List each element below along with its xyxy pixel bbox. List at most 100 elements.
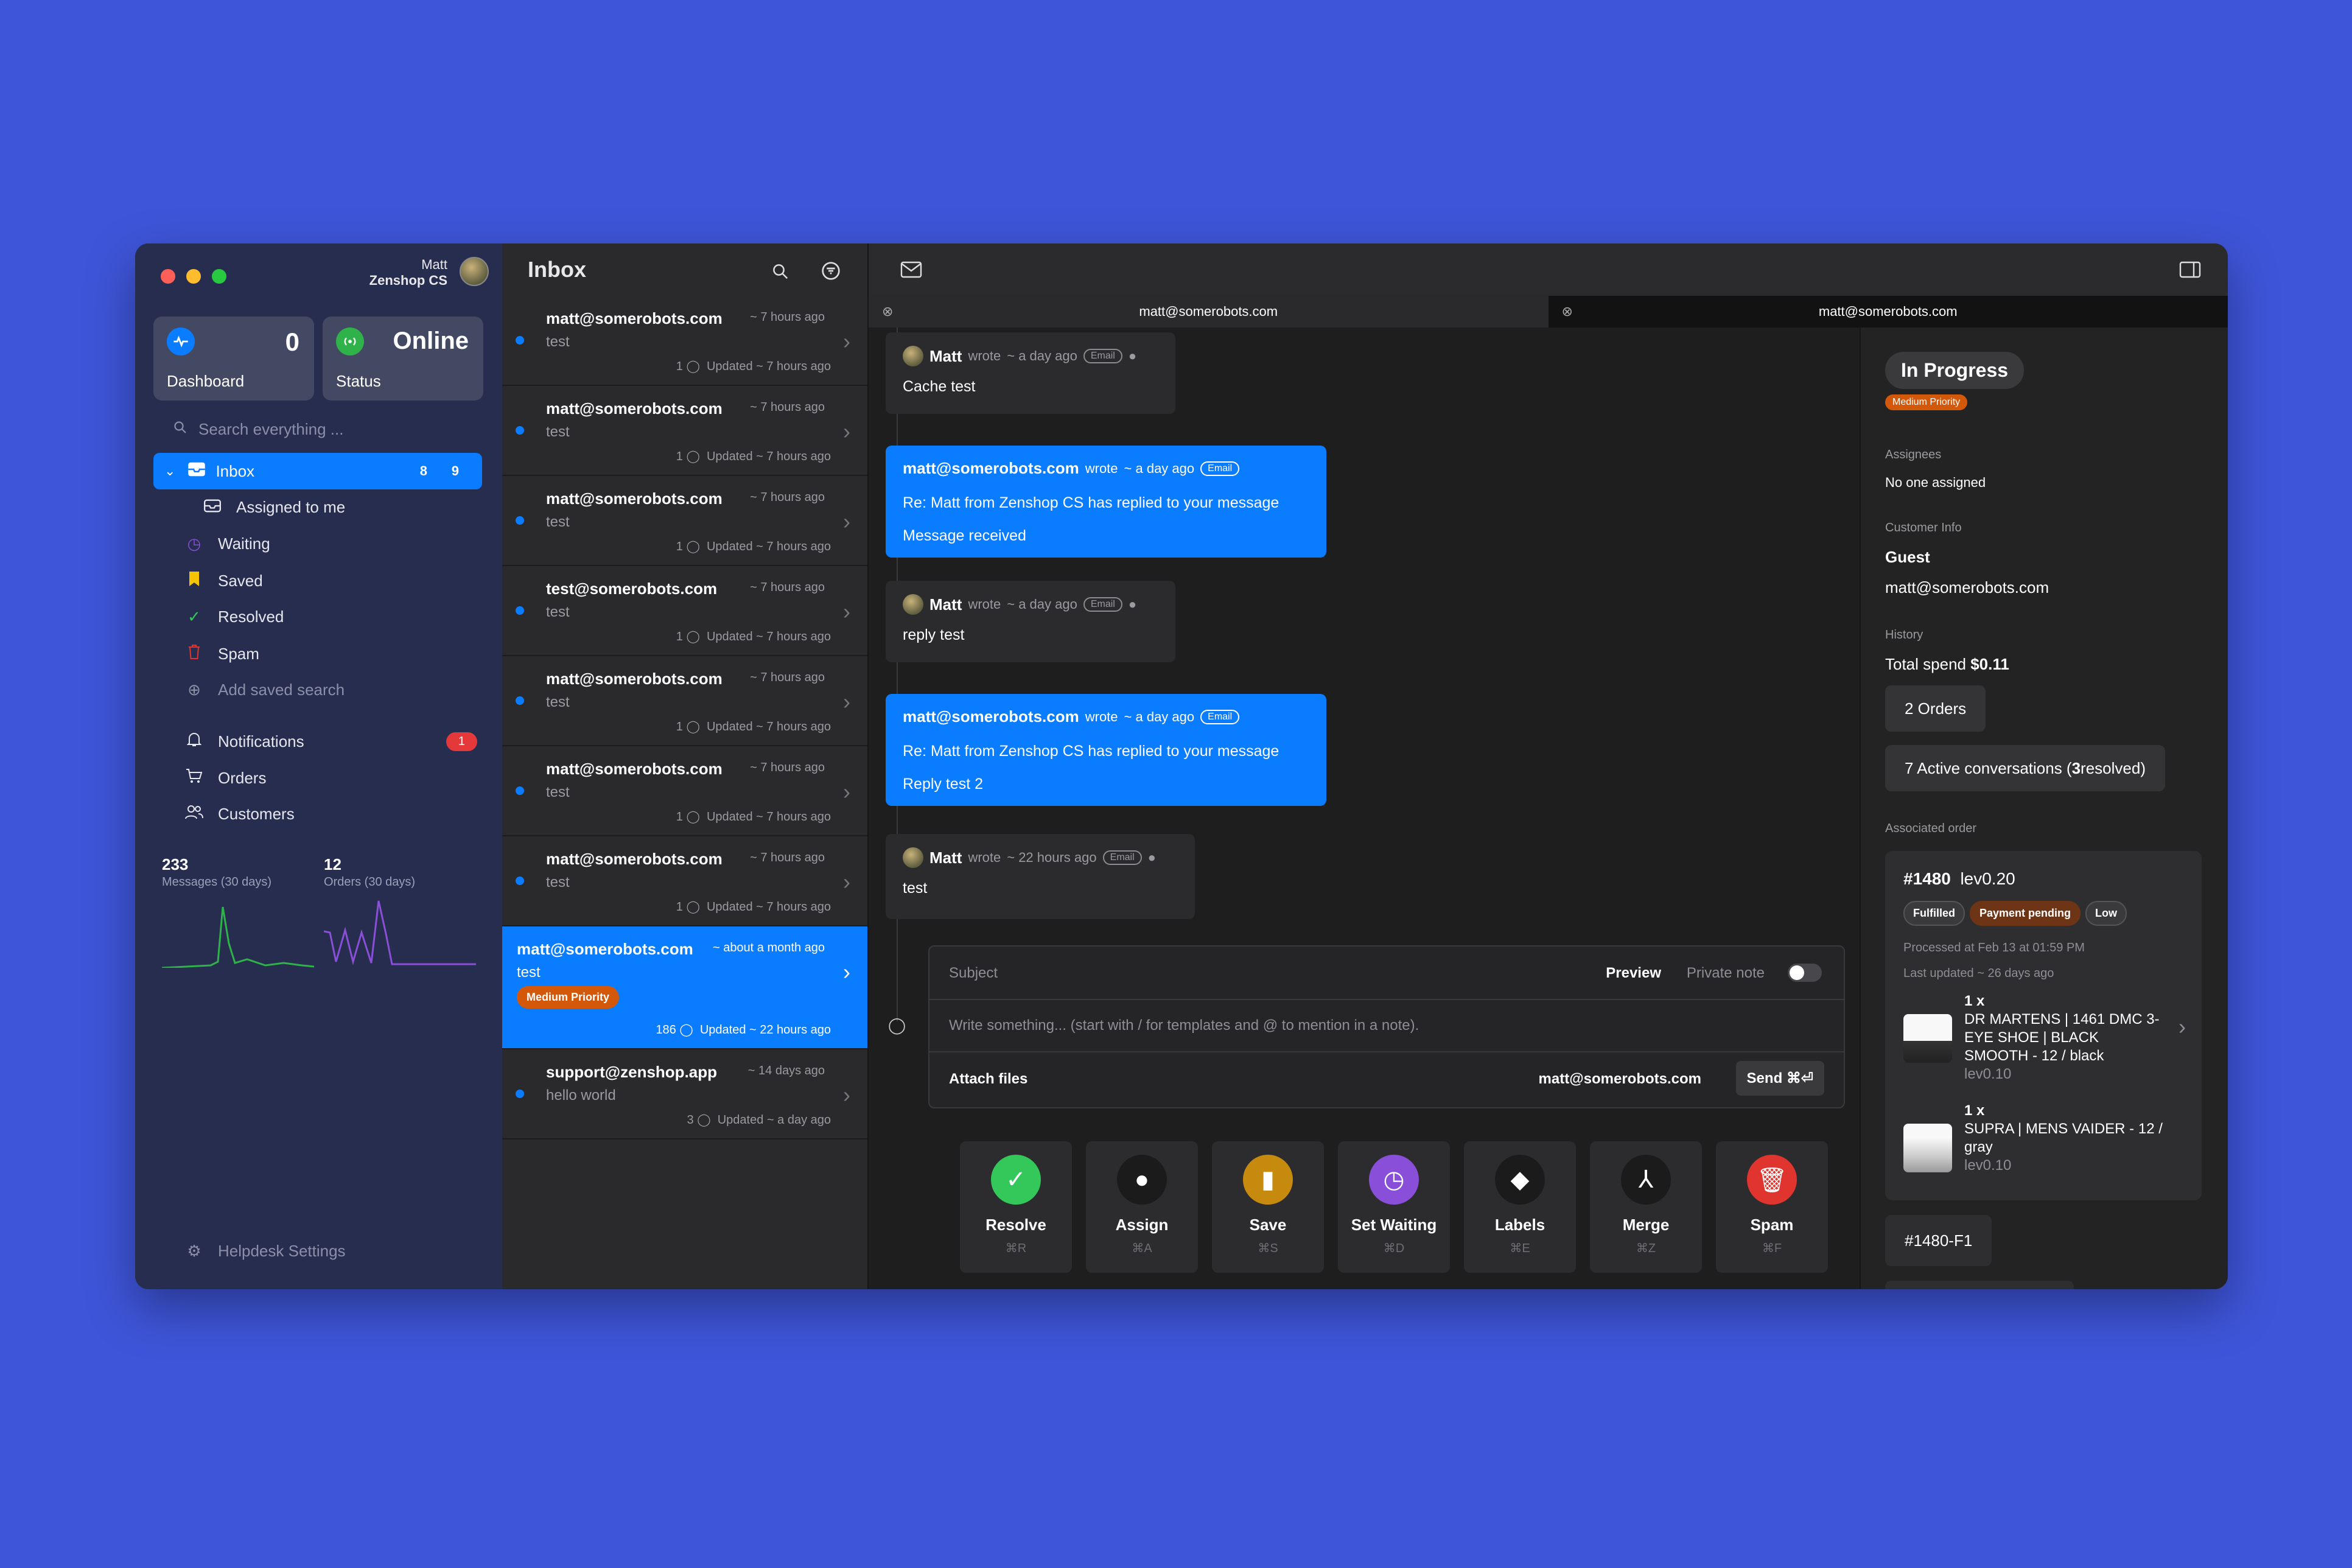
reply-count: 1 (676, 900, 683, 914)
action-label: Set Waiting (1351, 1216, 1437, 1234)
total-spend-value: $0.11 (1970, 655, 2009, 673)
sidebar-search[interactable]: Search everything ... (173, 420, 343, 439)
minimize-window-button[interactable] (186, 269, 201, 284)
private-note-toggle[interactable] (1788, 964, 1822, 982)
status-card[interactable]: Online Status (323, 317, 483, 401)
chevron-right-icon: › (843, 599, 850, 624)
sidebar-toggle-icon[interactable] (2179, 261, 2201, 282)
avatar[interactable] (460, 257, 489, 286)
channel-badge: Email (1083, 597, 1122, 612)
list-item[interactable]: test@somerobots.com ~ 7 hours ago test 1 ◯ … (502, 566, 867, 656)
resolve-button[interactable]: ✓ Resolve ⌘R (960, 1141, 1072, 1273)
action-label: Resolve (985, 1216, 1046, 1234)
message-author: matt@somerobots.com (903, 707, 1079, 726)
updated-time: Updated ~ 7 hours ago (706, 360, 831, 373)
sidebar-item-label: Notifications (218, 732, 304, 751)
order-line-item: 1 x DR MARTENS | 1461 DMC 3-EYE SHOE | B… (1964, 992, 2165, 1083)
conversation-meta: 1 ◯ Updated ~ 7 hours ago (676, 359, 831, 374)
message-verb: wrote (968, 850, 1001, 865)
message-time: ~ 22 hours ago (1007, 850, 1097, 865)
chevron-right-icon: › (843, 689, 850, 714)
set-waiting-button[interactable]: ◷ Set Waiting ⌘D (1338, 1141, 1450, 1273)
chevron-right-icon: › (843, 509, 850, 534)
chevron-down-icon[interactable]: ⌄ (164, 463, 175, 479)
tab-conversation-2[interactable]: ⊗ matt@somerobots.com (1548, 296, 2228, 327)
search-icon[interactable] (771, 261, 789, 286)
sidebar-item-inbox[interactable]: ⌄ Inbox 8 9 (153, 453, 482, 489)
bookmark-icon: ▮ (1243, 1155, 1293, 1205)
sidebar-item-waiting[interactable]: ◷ Waiting (185, 534, 270, 553)
list-item[interactable]: matt@somerobots.com ~ 7 hours ago test 1 ◯ … (502, 296, 867, 386)
message-body: reply test (903, 626, 965, 643)
list-item[interactable]: matt@somerobots.com ~ about a month ago te… (502, 926, 867, 1049)
envelope-icon[interactable] (900, 261, 922, 282)
labels-button[interactable]: ◆ Labels ⌘E (1464, 1141, 1576, 1273)
list-item[interactable]: matt@somerobots.com ~ 7 hours ago test 1 ◯ … (502, 836, 867, 926)
list-item[interactable]: matt@somerobots.com ~ 7 hours ago test 1 ◯ … (502, 386, 867, 476)
message-author: Matt (929, 346, 962, 365)
list-item[interactable]: matt@somerobots.com ~ 7 hours ago test 1 ◯ … (502, 746, 867, 836)
channel-badge: Email (1200, 461, 1240, 476)
close-window-button[interactable] (161, 269, 175, 284)
message-input[interactable]: Write something... (start with / for tem… (949, 1017, 1419, 1034)
status-pill[interactable]: In Progress (1885, 352, 2025, 389)
attach-files-button[interactable]: Attach files (949, 1071, 1027, 1088)
list-item[interactable]: matt@somerobots.com ~ 7 hours ago test 1 ◯ … (502, 476, 867, 566)
chevron-right-icon[interactable]: › (2179, 1014, 2186, 1040)
message-body: test (903, 880, 928, 897)
sidebar-item-spam[interactable]: Spam (185, 644, 259, 664)
user-name: Matt (421, 257, 447, 272)
message-verb: wrote (968, 348, 1001, 363)
order-card[interactable]: #1480 lev0.20 Fulfilled Payment pending Lo… (1885, 851, 2202, 1200)
subject-input[interactable]: Subject (949, 965, 998, 982)
reply-count: 1 (676, 360, 683, 373)
list-item[interactable]: matt@somerobots.com ~ 7 hours ago test 1 ◯ … (502, 656, 867, 746)
sidebar-item-resolved[interactable]: ✓ Resolved (185, 607, 284, 626)
helpdesk-settings-button[interactable]: ⚙ Helpdesk Settings (185, 1242, 345, 1261)
chevron-right-icon: › (843, 959, 850, 984)
comment-icon: ◯ (686, 720, 700, 733)
sidebar-item-orders[interactable]: Orders (185, 768, 266, 788)
close-icon[interactable]: ⊗ (882, 304, 893, 320)
spam-button[interactable]: 🗑 Spam ⌘F (1716, 1141, 1828, 1273)
close-icon[interactable]: ⊗ (1562, 304, 1573, 320)
conversation-from: matt@somerobots.com (546, 489, 723, 508)
chevron-right-icon: › (843, 869, 850, 894)
sidebar-item-notifications[interactable]: Notifications 1 (185, 732, 477, 752)
zoom-window-button[interactable] (212, 269, 226, 284)
fulfillment-button[interactable]: #1480-F1 (1885, 1215, 1992, 1266)
list-item[interactable]: support@zenshop.app ~ 14 days ago hello wo… (502, 1049, 867, 1139)
conversation-from: matt@somerobots.com (546, 850, 723, 868)
sidebar-item-customers[interactable]: Customers (185, 805, 295, 824)
send-button[interactable]: Send ⌘⏎ (1735, 1061, 1824, 1096)
inbox-icon (187, 461, 206, 481)
user-info[interactable]: Matt Zenshop CS (369, 257, 447, 289)
messages-stat-value: 233 (162, 855, 189, 873)
dashboard-label: Dashboard (167, 372, 245, 390)
orders-button[interactable]: 2 Orders (1885, 685, 1986, 732)
sidebar-item-label: Saved (218, 572, 263, 590)
conversation-time: ~ 14 days ago (747, 1064, 825, 1077)
merge-button[interactable]: ⅄ Merge ⌘Z (1590, 1141, 1702, 1273)
dashboard-card[interactable]: 0 Dashboard (153, 317, 314, 401)
priority-badge[interactable]: Medium Priority (1885, 394, 1968, 410)
composer-footer: Attach files matt@somerobots.com Send ⌘⏎ (929, 1051, 1844, 1106)
active-conversations-button[interactable]: 7 Active conversations (3 resolved) (1885, 745, 2165, 791)
updated-time: Updated ~ 7 hours ago (706, 630, 831, 643)
product-image (1903, 1014, 1952, 1063)
sidebar-item-assigned[interactable]: Assigned to me (203, 498, 345, 517)
filter-icon[interactable] (821, 261, 841, 286)
save-button[interactable]: ▮ Save ⌘S (1212, 1141, 1324, 1273)
channel-badge: Email (1200, 709, 1240, 724)
avatar (903, 847, 923, 868)
search-input[interactable]: Search everything ... (198, 420, 343, 439)
preview-button[interactable]: Preview (1606, 965, 1661, 982)
composer-body[interactable]: Write something... (start with / for tem… (929, 999, 1844, 1052)
conversation-subject: test (546, 784, 570, 800)
tab-conversation-1[interactable]: ⊗ matt@somerobots.com (869, 296, 1549, 327)
add-saved-search-button[interactable]: ⊕ Add saved search (185, 681, 345, 699)
assign-button[interactable]: ● Assign ⌘A (1086, 1141, 1198, 1273)
assignees-value[interactable]: No one assigned (1885, 475, 1986, 491)
sidebar-item-label: Resolved (218, 607, 284, 626)
sidebar-item-saved[interactable]: Saved (185, 571, 263, 591)
